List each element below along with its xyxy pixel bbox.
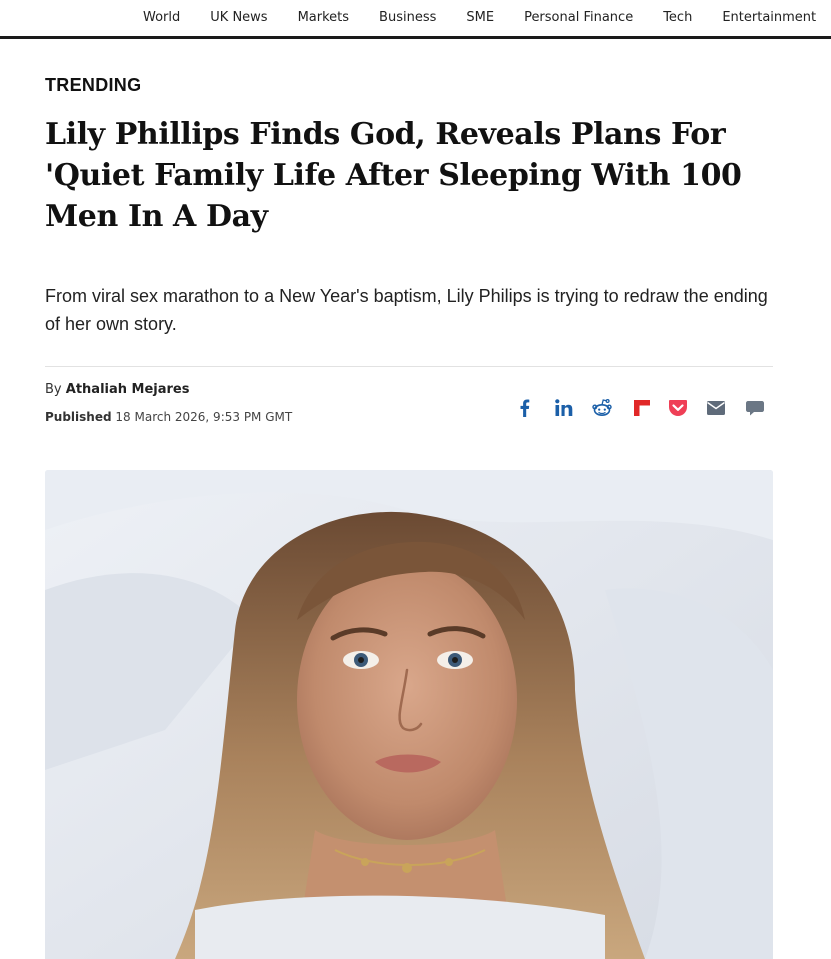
author-link[interactable]: Athaliah Mejares: [66, 382, 190, 397]
byline-prefix: By: [45, 382, 62, 397]
published-label: Published: [45, 410, 112, 424]
nav-item-entertainment[interactable]: Entertainment: [722, 10, 816, 25]
email-icon[interactable]: [704, 396, 728, 420]
section-label[interactable]: TRENDING: [45, 75, 141, 96]
article-standfirst: From viral sex marathon to a New Year's …: [45, 286, 768, 334]
nav-item-sme[interactable]: SME: [466, 10, 494, 25]
pocket-icon[interactable]: [666, 396, 690, 420]
linkedin-icon[interactable]: [552, 396, 576, 420]
hero-photo-illustration: [45, 470, 773, 959]
nav-item-personal-finance[interactable]: Personal Finance: [524, 10, 633, 25]
published-date: Published 18 March 2026, 9:53 PM GMT: [45, 410, 292, 424]
facebook-icon[interactable]: [513, 396, 537, 420]
hero-image: [45, 470, 773, 959]
article-headline: Lily Phillips Finds God, Reveals Plans F…: [45, 117, 742, 234]
nav-item-uk-news[interactable]: UK News: [210, 10, 267, 25]
nav-item-business[interactable]: Business: [379, 10, 436, 25]
divider: [45, 366, 773, 367]
comment-icon[interactable]: [743, 396, 767, 420]
flipboard-icon[interactable]: [630, 396, 654, 420]
nav-list: World UK News Markets Business SME Perso…: [143, 10, 831, 25]
byline: By Athaliah Mejares: [45, 382, 189, 397]
nav-item-world[interactable]: World: [143, 10, 180, 25]
published-timestamp: 18 March 2026, 9:53 PM GMT: [115, 410, 293, 424]
top-navigation: World UK News Markets Business SME Perso…: [0, 0, 831, 39]
nav-item-tech[interactable]: Tech: [663, 10, 692, 25]
reddit-icon[interactable]: [590, 396, 614, 420]
nav-item-markets[interactable]: Markets: [298, 10, 349, 25]
